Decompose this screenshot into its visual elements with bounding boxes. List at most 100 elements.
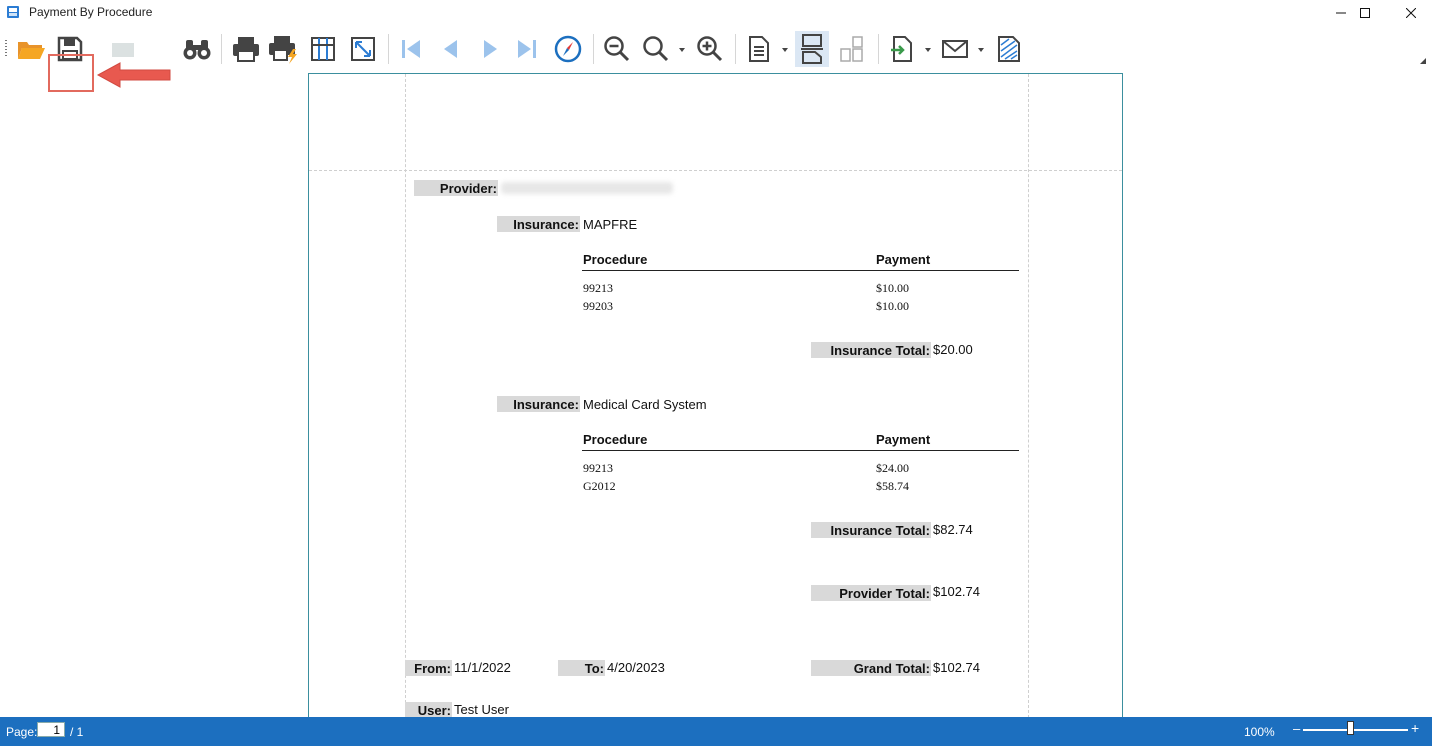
last-page-button[interactable] xyxy=(510,32,544,66)
column-header-payment: Payment xyxy=(876,252,931,267)
watermark-button[interactable] xyxy=(992,32,1026,66)
fit-page-icon xyxy=(351,37,375,61)
zoom-slider-thumb[interactable] xyxy=(1347,721,1354,735)
export-icon xyxy=(891,36,912,62)
zoom-level: 100% xyxy=(1244,725,1275,739)
table-cell-payment: $24.00 xyxy=(876,461,909,475)
status-bar: Page: 1 / 1 100% – + xyxy=(0,717,1432,746)
quick-print-button[interactable] xyxy=(266,32,300,66)
title-bar: Payment By Procedure xyxy=(0,0,1432,26)
quick-print-icon xyxy=(269,36,297,64)
header-divider xyxy=(582,450,1019,451)
first-page-icon xyxy=(402,40,420,58)
zoom-dropdown-chevron-icon[interactable] xyxy=(679,48,685,52)
email-icon xyxy=(942,40,968,58)
zoom-out-icon xyxy=(604,36,630,62)
window-title: Payment By Procedure xyxy=(29,5,153,19)
open-icon xyxy=(18,42,45,59)
find-icon xyxy=(183,40,211,60)
email-button[interactable] xyxy=(938,32,972,66)
close-button[interactable] xyxy=(1388,0,1432,26)
provider-total-value: $102.74 xyxy=(933,584,980,599)
insurance-total-value: $20.00 xyxy=(933,342,973,357)
zoom-slider[interactable] xyxy=(1303,729,1408,731)
provider-name-redacted xyxy=(501,182,673,194)
table-cell-payment: $58.74 xyxy=(876,479,909,493)
continuous-page-button[interactable] xyxy=(795,31,829,67)
toolbar-separator xyxy=(878,34,879,64)
fit-page-button[interactable] xyxy=(346,32,380,66)
zoom-button[interactable] xyxy=(639,32,673,66)
toolbar-grip[interactable] xyxy=(5,40,7,58)
table-cell-procedure: 99203 xyxy=(583,299,613,313)
email-dropdown-chevron-icon[interactable] xyxy=(978,48,984,52)
maximize-button[interactable] xyxy=(1342,0,1388,26)
previous-page-icon xyxy=(444,40,457,58)
from-date: 11/1/2022 xyxy=(454,660,511,675)
table-cell-procedure: 99213 xyxy=(583,461,613,475)
table-cell-payment: $10.00 xyxy=(876,281,909,295)
find-button[interactable] xyxy=(180,32,214,66)
close-icon xyxy=(1406,8,1416,18)
print-button[interactable] xyxy=(229,32,263,66)
column-header-procedure: Procedure xyxy=(583,252,648,267)
export-dropdown-chevron-icon[interactable] xyxy=(925,48,931,52)
toolbar-separator xyxy=(388,34,389,64)
export-button[interactable] xyxy=(885,32,919,66)
zoom-plus-icon[interactable]: + xyxy=(1411,720,1419,736)
navigation-compass-icon xyxy=(554,35,582,63)
multi-page-button[interactable] xyxy=(834,32,868,66)
toolbar xyxy=(0,26,1432,92)
toolbar-separator xyxy=(593,34,594,64)
from-label: From: xyxy=(405,660,452,676)
header-divider xyxy=(582,270,1019,271)
zoom-minus-icon[interactable]: – xyxy=(1293,721,1300,736)
app-icon xyxy=(6,5,20,19)
insurance-total-label: Insurance Total: xyxy=(811,522,931,538)
toolbar-separator xyxy=(735,34,736,64)
table-cell-procedure: 99213 xyxy=(583,281,613,295)
column-header-payment: Payment xyxy=(876,432,931,447)
insurance-total-label: Insurance Total: xyxy=(811,342,931,358)
toolbar-overflow-icon[interactable] xyxy=(1420,58,1426,64)
toolbar-separator xyxy=(221,34,222,64)
insurance-total-value: $82.74 xyxy=(933,522,973,537)
margin-guide xyxy=(309,170,1122,171)
print-icon xyxy=(233,37,259,62)
watermark-icon xyxy=(998,36,1020,62)
single-page-button[interactable] xyxy=(742,32,776,66)
zoom-in-icon xyxy=(697,36,723,62)
next-page-icon xyxy=(484,40,497,58)
margin-guide xyxy=(405,74,406,733)
page-setup-button[interactable] xyxy=(306,32,340,66)
multi-page-icon xyxy=(840,36,863,62)
provider-label: Provider: xyxy=(414,180,498,196)
zoom-out-button[interactable] xyxy=(600,32,634,66)
insurance-label: Insurance: xyxy=(497,396,580,412)
column-header-procedure: Procedure xyxy=(583,432,648,447)
last-page-icon xyxy=(518,40,536,58)
page-total: / 1 xyxy=(70,725,84,739)
navigation-button[interactable] xyxy=(551,32,585,66)
annotation-arrow-icon xyxy=(96,62,171,88)
save-highlight-box xyxy=(48,54,94,92)
page-number-input[interactable]: 1 xyxy=(37,722,65,737)
to-date: 4/20/2023 xyxy=(607,660,665,675)
export-page-icon xyxy=(112,43,134,57)
zoom-in-button[interactable] xyxy=(693,32,727,66)
next-page-button[interactable] xyxy=(474,32,508,66)
first-page-button[interactable] xyxy=(394,32,428,66)
continuous-page-icon xyxy=(801,34,823,64)
insurance-label: Insurance: xyxy=(497,216,580,232)
page-view-dropdown-chevron-icon[interactable] xyxy=(782,48,788,52)
user-name: Test User xyxy=(454,702,509,717)
insurance-name: MAPFRE xyxy=(583,217,638,232)
single-page-icon xyxy=(749,36,769,62)
table-cell-procedure: G2012 xyxy=(583,479,616,493)
user-label: User: xyxy=(405,702,452,718)
grand-total-value: $102.74 xyxy=(933,660,980,675)
page-label: Page: xyxy=(6,725,38,739)
open-button[interactable] xyxy=(14,32,48,66)
previous-page-button[interactable] xyxy=(433,32,467,66)
report-page: Provider: Insurance: MAPFRE Procedure Pa… xyxy=(308,73,1123,733)
